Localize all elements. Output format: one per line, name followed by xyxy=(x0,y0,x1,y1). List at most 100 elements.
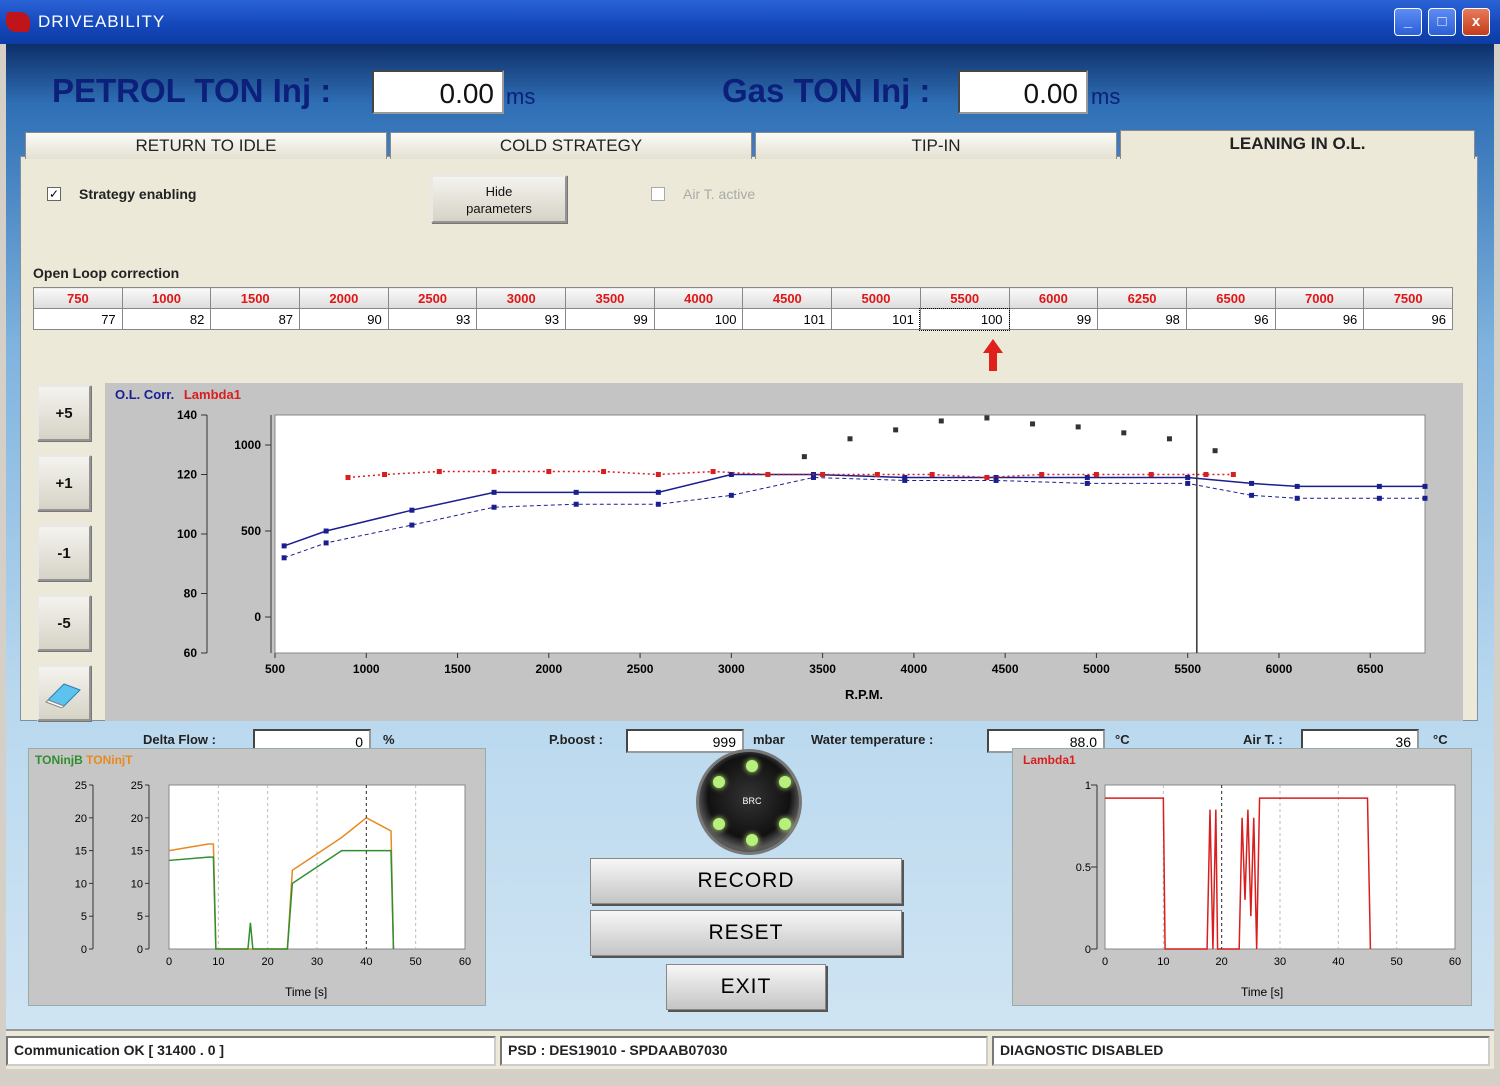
record-button[interactable]: RECORD xyxy=(590,858,902,904)
tab-tip-in[interactable]: TIP-IN xyxy=(755,132,1117,159)
logo-led xyxy=(779,818,791,830)
data-point xyxy=(765,472,771,477)
plot-background xyxy=(274,414,1426,654)
gas-ton-label: Gas TON Inj : xyxy=(722,72,931,109)
data-point xyxy=(984,415,990,421)
legend-toninjb: TONinjB xyxy=(35,753,83,767)
window-title: DRIVEABILITY xyxy=(38,12,166,31)
y-tick-label: 140 xyxy=(177,408,197,422)
gas-ton-unit: ms xyxy=(1091,84,1121,109)
correction-value-cell[interactable]: 100 xyxy=(919,307,1011,331)
hide-parameters-line1: Hide xyxy=(485,184,513,199)
logo-led xyxy=(746,834,758,846)
data-point xyxy=(1212,448,1218,454)
maximize-button[interactable]: □ xyxy=(1428,8,1456,36)
legend-toninjt: TONinjT xyxy=(86,753,133,767)
data-point xyxy=(573,501,579,507)
data-point xyxy=(1230,472,1236,477)
tab-leaning-in-ol[interactable]: LEANING IN O.L. xyxy=(1120,130,1475,159)
mini-y-tick: 10 xyxy=(75,878,87,890)
x-tick-label: 4000 xyxy=(901,662,928,676)
correction-value-cell[interactable]: 101 xyxy=(831,308,921,330)
mini-x-tick: 40 xyxy=(1332,956,1344,968)
correction-value-cell[interactable]: 98 xyxy=(1097,308,1187,330)
reset-button[interactable]: RESET xyxy=(590,910,902,956)
correction-value-cell[interactable]: 82 xyxy=(121,308,212,330)
rpm-header-cell: 2500 xyxy=(387,287,478,309)
p-boost-field: 999 xyxy=(626,729,744,753)
data-point xyxy=(902,477,908,483)
title-bar: DRIVEABILITY _ □ x xyxy=(0,0,1500,44)
x-tick-label: 5500 xyxy=(1174,662,1201,676)
y2-tick-label: 1000 xyxy=(234,438,261,452)
correction-value-cell[interactable]: 96 xyxy=(1274,308,1365,330)
correction-value-cell[interactable]: 99 xyxy=(565,308,655,330)
rpm-header-cell: 5500 xyxy=(919,287,1010,309)
y-tick-label: 60 xyxy=(184,646,198,660)
correction-value-cell[interactable]: 87 xyxy=(210,308,301,330)
data-point xyxy=(491,469,497,475)
exit-button[interactable]: EXIT xyxy=(666,964,826,1010)
petrol-ton-label: PETROL TON Inj : xyxy=(52,72,332,109)
tab-cold-strategy[interactable]: COLD STRATEGY xyxy=(390,132,752,159)
air-t-active-checkbox[interactable] xyxy=(651,187,665,201)
x-tick-label: 4500 xyxy=(992,662,1019,676)
mini-y-tick: 15 xyxy=(131,846,143,858)
correction-value-cell[interactable]: 101 xyxy=(742,308,833,330)
logo-led xyxy=(713,776,725,788)
minimize-button[interactable]: _ xyxy=(1394,8,1422,36)
data-point xyxy=(1203,472,1209,477)
data-point xyxy=(409,522,415,528)
data-point xyxy=(938,418,944,424)
plus-5-button[interactable]: +5 xyxy=(37,385,91,441)
correction-value-cell[interactable]: 96 xyxy=(1363,308,1453,330)
main-chart-svg: 140120100806010005000500 1000 1500 2000 2500… xyxy=(177,408,1428,676)
mini-x-tick: 60 xyxy=(1449,956,1461,968)
mini-left-xlabel: Time [s] xyxy=(285,985,328,999)
eraser-button[interactable] xyxy=(37,665,91,721)
close-button[interactable]: x xyxy=(1462,8,1490,36)
legend-ol-corr: O.L. Corr. xyxy=(115,387,175,402)
minus-5-button[interactable]: -5 xyxy=(37,595,91,651)
mini-x-tick: 30 xyxy=(311,956,323,968)
correction-value-cell[interactable]: 93 xyxy=(476,308,567,330)
data-point xyxy=(1185,474,1191,480)
mini-right-xlabel: Time [s] xyxy=(1241,985,1284,999)
x-tick-label: 5000 xyxy=(1083,662,1110,676)
data-point xyxy=(382,472,388,477)
data-point xyxy=(281,555,287,561)
data-point xyxy=(1294,495,1300,501)
data-point xyxy=(1039,472,1045,477)
data-point xyxy=(1148,472,1154,477)
data-point xyxy=(323,540,329,546)
data-point xyxy=(409,507,415,513)
rpm-header-cell: 7500 xyxy=(1363,287,1453,309)
x-tick-label: 1500 xyxy=(444,662,471,676)
data-point xyxy=(601,469,607,475)
gas-ton-value: 0.00 xyxy=(958,70,1088,114)
hide-parameters-button[interactable]: Hide parameters xyxy=(431,175,567,223)
rpm-header-cell: 3500 xyxy=(565,287,655,309)
data-point xyxy=(728,492,734,498)
rpm-header-cell: 2000 xyxy=(299,287,389,309)
minus-1-button[interactable]: -1 xyxy=(37,525,91,581)
data-point xyxy=(1294,483,1300,489)
strategy-enabling-checkbox[interactable]: ✓ xyxy=(47,187,61,201)
correction-value-cell[interactable]: 99 xyxy=(1008,308,1099,330)
eraser-icon xyxy=(45,683,81,709)
correction-value-cell[interactable]: 90 xyxy=(299,308,389,330)
plus-1-button[interactable]: +1 xyxy=(37,455,91,511)
data-point xyxy=(345,474,351,480)
data-point xyxy=(323,528,329,534)
correction-value-cell[interactable]: 100 xyxy=(653,308,744,330)
main-client-area: PETROL TON Inj : 0.00 ms Gas TON Inj : 0… xyxy=(6,44,1494,1029)
mini-x-tick: 50 xyxy=(410,956,422,968)
ton-inj-mini-chart: TONinjB TONinjT 0 10 20 30 40 50 60 25 25 20 20 15 1… xyxy=(28,748,486,1006)
data-point xyxy=(655,489,661,495)
x-axis-label: R.P.M. xyxy=(845,687,884,702)
data-point xyxy=(1084,480,1090,486)
correction-value-cell[interactable]: 77 xyxy=(33,308,123,330)
correction-value-cell[interactable]: 96 xyxy=(1185,308,1276,330)
tab-return-to-idle[interactable]: RETURN TO IDLE xyxy=(25,132,387,159)
correction-value-cell[interactable]: 93 xyxy=(387,308,478,330)
